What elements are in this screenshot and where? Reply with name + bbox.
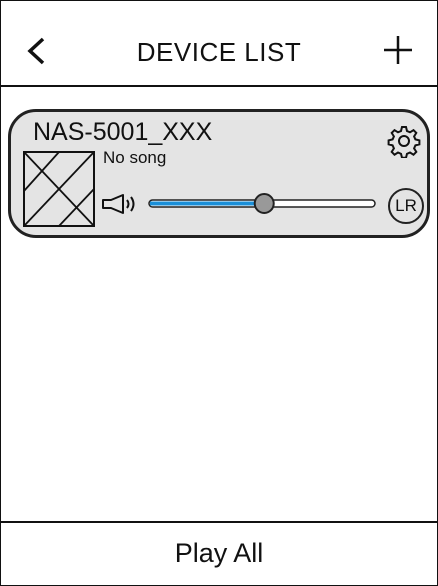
volume-slider-fill bbox=[150, 201, 265, 206]
device-name: NAS-5001_XXX bbox=[33, 118, 213, 146]
volume-slider[interactable] bbox=[147, 192, 377, 216]
header-bar: DEVICE LIST bbox=[1, 1, 437, 87]
device-card[interactable]: NAS-5001_XXX No song LR bbox=[8, 109, 430, 238]
song-title: No song bbox=[103, 148, 167, 167]
volume-slider-knob bbox=[253, 193, 275, 214]
channel-lr-button[interactable]: LR bbox=[388, 188, 424, 224]
page-title: DEVICE LIST bbox=[136, 37, 302, 67]
play-all-button[interactable]: Play All bbox=[1, 521, 437, 585]
gear-icon[interactable] bbox=[387, 124, 421, 158]
speaker-icon[interactable] bbox=[101, 192, 139, 216]
device-list-screen: DEVICE LIST NAS-5001_XXX No song LR Play… bbox=[0, 0, 438, 586]
album-art-placeholder bbox=[23, 151, 95, 227]
plus-icon[interactable] bbox=[381, 33, 415, 67]
